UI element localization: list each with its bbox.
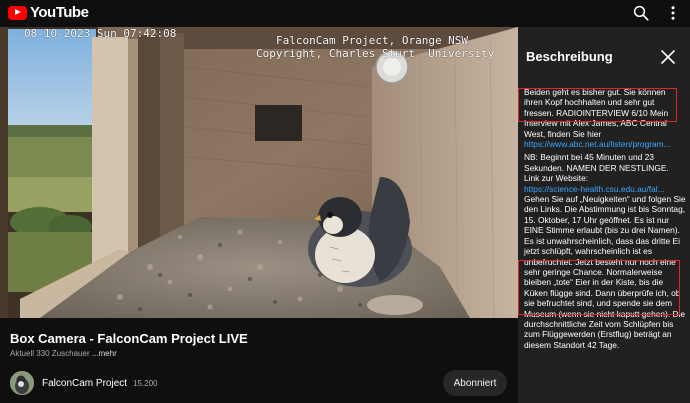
channel-avatar[interactable] <box>10 371 34 395</box>
video-frame <box>0 27 518 318</box>
video-credit-line-1: FalconCam Project, Orange NSW <box>276 34 469 47</box>
description-panel: Beschreibung Beiden geht es bisher gut. … <box>518 27 690 403</box>
description-title: Beschreibung <box>526 49 613 64</box>
top-bar: YouTube <box>0 0 690 27</box>
viewer-count: Aktuell 330 Zuschauer <box>10 349 90 358</box>
youtube-logo[interactable]: YouTube <box>8 4 89 21</box>
highlight-box-1 <box>518 88 677 122</box>
highlight-box-2 <box>518 260 680 315</box>
description-header: Beschreibung <box>518 27 690 85</box>
falcon-avatar-icon <box>10 371 34 395</box>
video-timestamp: 08-10-2023 Sun 07:42:08 <box>24 27 177 40</box>
subscriber-count: 15.200 <box>133 378 158 388</box>
youtube-play-icon <box>8 5 27 20</box>
search-icon[interactable] <box>632 4 650 22</box>
channel-name[interactable]: FalconCam Project <box>42 378 127 389</box>
csu-website-link[interactable]: https://science-health.csu.edu.au/fal... <box>524 184 665 194</box>
subscribed-button[interactable]: Abonniert <box>443 370 507 396</box>
abc-interview-link[interactable]: https://www.abc.net.au/listen/program... <box>524 139 671 149</box>
close-icon[interactable] <box>661 50 675 64</box>
channel-row: FalconCam Project 15.200 <box>10 371 158 395</box>
more-link[interactable]: ...mehr <box>92 349 117 358</box>
youtube-wordmark: YouTube <box>30 4 89 21</box>
video-title: Box Camera - FalconCam Project LIVE <box>10 331 248 346</box>
description-paragraph-2: NB: Beginnt bei 45 Minuten und 23 Sekund… <box>524 152 669 184</box>
video-credit-line-2: Copyright, Charles Sturt University <box>256 47 495 60</box>
more-vert-icon[interactable] <box>664 4 682 22</box>
video-meta[interactable]: Aktuell 330 Zuschauer ...mehr <box>10 349 117 358</box>
video-player[interactable]: 08-10-2023 Sun 07:42:08 FalconCam Projec… <box>0 27 518 318</box>
